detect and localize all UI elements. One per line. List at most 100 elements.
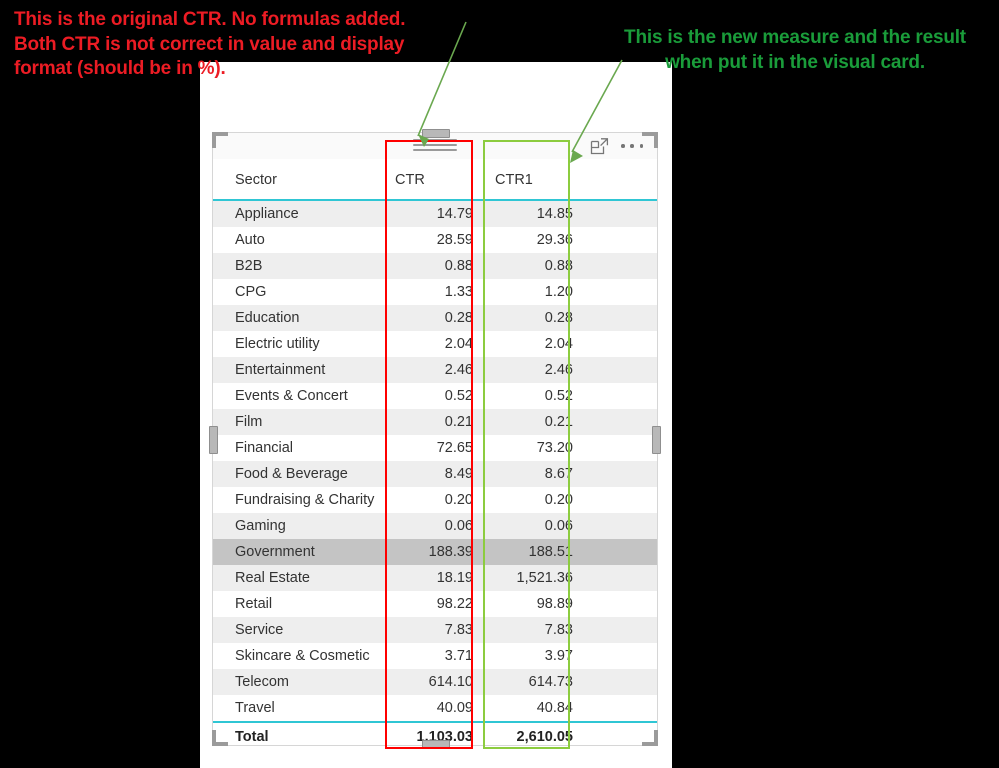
cell-ctr1[interactable]: 1,521.36 [485, 565, 585, 591]
cell-spacer [585, 279, 657, 305]
table-row[interactable]: Retail 98.22 98.89 [213, 591, 657, 617]
cell-ctr1[interactable]: 0.28 [485, 305, 585, 331]
cell-spacer [585, 487, 657, 513]
cell-ctr[interactable]: 614.10 [385, 669, 485, 695]
cell-sector[interactable]: Electric utility [213, 331, 385, 357]
cell-sector[interactable]: Telecom [213, 669, 385, 695]
cell-ctr[interactable]: 7.83 [385, 617, 485, 643]
resize-handle-top-left[interactable] [212, 132, 228, 148]
cell-ctr1[interactable]: 7.83 [485, 617, 585, 643]
cell-ctr1[interactable]: 14.85 [485, 200, 585, 227]
resize-handle-top-right[interactable] [642, 132, 658, 148]
cell-spacer [585, 461, 657, 487]
cell-ctr1[interactable]: 0.88 [485, 253, 585, 279]
cell-ctr[interactable]: 1.33 [385, 279, 485, 305]
cell-sector[interactable]: Education [213, 305, 385, 331]
cell-sector[interactable]: Government [213, 539, 385, 565]
matrix-table-container[interactable]: Sector CTR CTR1 Appliance 14.79 14.85 Auto 2… [213, 159, 657, 745]
column-header-sector[interactable]: Sector [213, 159, 385, 201]
table-row[interactable]: CPG 1.33 1.20 [213, 279, 657, 305]
cell-sector[interactable]: Travel [213, 695, 385, 722]
cell-ctr[interactable]: 0.88 [385, 253, 485, 279]
cell-sector[interactable]: Entertainment [213, 357, 385, 383]
cell-sector[interactable]: Retail [213, 591, 385, 617]
table-row[interactable]: Entertainment 2.46 2.46 [213, 357, 657, 383]
table-row[interactable]: Electric utility 2.04 2.04 [213, 331, 657, 357]
cell-ctr[interactable]: 2.04 [385, 331, 485, 357]
cell-ctr1[interactable]: 29.36 [485, 227, 585, 253]
cell-ctr1[interactable]: 2.46 [485, 357, 585, 383]
cell-sector[interactable]: Financial [213, 435, 385, 461]
resize-handle-bottom-right[interactable] [642, 730, 658, 746]
cell-ctr1[interactable]: 0.21 [485, 409, 585, 435]
table-row[interactable]: Fundraising & Charity 0.20 0.20 [213, 487, 657, 513]
cell-sector[interactable]: Food & Beverage [213, 461, 385, 487]
table-row[interactable]: Real Estate 18.19 1,521.36 [213, 565, 657, 591]
cell-ctr[interactable]: 0.06 [385, 513, 485, 539]
table-row[interactable]: Government 188.39 188.51 [213, 539, 657, 565]
cell-sector[interactable]: Film [213, 409, 385, 435]
focus-mode-icon[interactable] [590, 137, 609, 155]
table-row[interactable]: Food & Beverage 8.49 8.67 [213, 461, 657, 487]
table-row[interactable]: Film 0.21 0.21 [213, 409, 657, 435]
cell-ctr[interactable]: 72.65 [385, 435, 485, 461]
resize-handle-top[interactable] [422, 129, 450, 138]
table-row[interactable]: Travel 40.09 40.84 [213, 695, 657, 722]
cell-ctr[interactable]: 28.59 [385, 227, 485, 253]
cell-ctr[interactable]: 2.46 [385, 357, 485, 383]
table-row[interactable]: B2B 0.88 0.88 [213, 253, 657, 279]
cell-sector[interactable]: CPG [213, 279, 385, 305]
cell-sector[interactable]: B2B [213, 253, 385, 279]
cell-ctr[interactable]: 0.21 [385, 409, 485, 435]
cell-ctr[interactable]: 14.79 [385, 200, 485, 227]
table-row[interactable]: Education 0.28 0.28 [213, 305, 657, 331]
power-bi-table-visual[interactable]: Sector CTR CTR1 Appliance 14.79 14.85 Auto 2… [209, 129, 661, 749]
table-row[interactable]: Events & Concert 0.52 0.52 [213, 383, 657, 409]
cell-ctr1[interactable]: 8.67 [485, 461, 585, 487]
cell-ctr[interactable]: 18.19 [385, 565, 485, 591]
cell-ctr1[interactable]: 1.20 [485, 279, 585, 305]
cell-ctr[interactable]: 188.39 [385, 539, 485, 565]
cell-ctr[interactable]: 8.49 [385, 461, 485, 487]
cell-sector[interactable]: Service [213, 617, 385, 643]
cell-ctr[interactable]: 0.20 [385, 487, 485, 513]
cell-ctr1[interactable]: 188.51 [485, 539, 585, 565]
table-row[interactable]: Auto 28.59 29.36 [213, 227, 657, 253]
cell-sector[interactable]: Auto [213, 227, 385, 253]
table-row[interactable]: Skincare & Cosmetic 3.71 3.97 [213, 643, 657, 669]
cell-ctr1[interactable]: 0.06 [485, 513, 585, 539]
cell-sector[interactable]: Real Estate [213, 565, 385, 591]
cell-ctr1[interactable]: 3.97 [485, 643, 585, 669]
table-row[interactable]: Gaming 0.06 0.06 [213, 513, 657, 539]
cell-sector[interactable]: Gaming [213, 513, 385, 539]
resize-handle-bottom-left[interactable] [212, 730, 228, 746]
cell-ctr1[interactable]: 0.20 [485, 487, 585, 513]
table-row[interactable]: Telecom 614.10 614.73 [213, 669, 657, 695]
resize-handle-bottom[interactable] [422, 740, 450, 749]
table-row[interactable]: Appliance 14.79 14.85 [213, 200, 657, 227]
cell-sector[interactable]: Skincare & Cosmetic [213, 643, 385, 669]
cell-ctr1[interactable]: 614.73 [485, 669, 585, 695]
resize-handle-left[interactable] [209, 426, 218, 454]
cell-ctr[interactable]: 40.09 [385, 695, 485, 722]
cell-sector[interactable]: Fundraising & Charity [213, 487, 385, 513]
more-options-icon[interactable] [621, 137, 643, 155]
drag-grip-icon[interactable] [413, 139, 457, 151]
cell-ctr[interactable]: 0.28 [385, 305, 485, 331]
cell-sector[interactable]: Appliance [213, 200, 385, 227]
column-header-ctr[interactable]: CTR [385, 159, 485, 201]
resize-handle-right[interactable] [652, 426, 661, 454]
cell-ctr[interactable]: 98.22 [385, 591, 485, 617]
cell-ctr[interactable]: 0.52 [385, 383, 485, 409]
cell-ctr1[interactable]: 98.89 [485, 591, 585, 617]
cell-sector[interactable]: Events & Concert [213, 383, 385, 409]
cell-ctr1[interactable]: 2.04 [485, 331, 585, 357]
cell-ctr1[interactable]: 0.52 [485, 383, 585, 409]
report-canvas: Sector CTR CTR1 Appliance 14.79 14.85 Auto 2… [200, 62, 672, 768]
cell-ctr1[interactable]: 40.84 [485, 695, 585, 722]
table-row[interactable]: Service 7.83 7.83 [213, 617, 657, 643]
column-header-ctr1[interactable]: CTR1 [485, 159, 585, 201]
table-row[interactable]: Financial 72.65 73.20 [213, 435, 657, 461]
cell-ctr1[interactable]: 73.20 [485, 435, 585, 461]
cell-ctr[interactable]: 3.71 [385, 643, 485, 669]
